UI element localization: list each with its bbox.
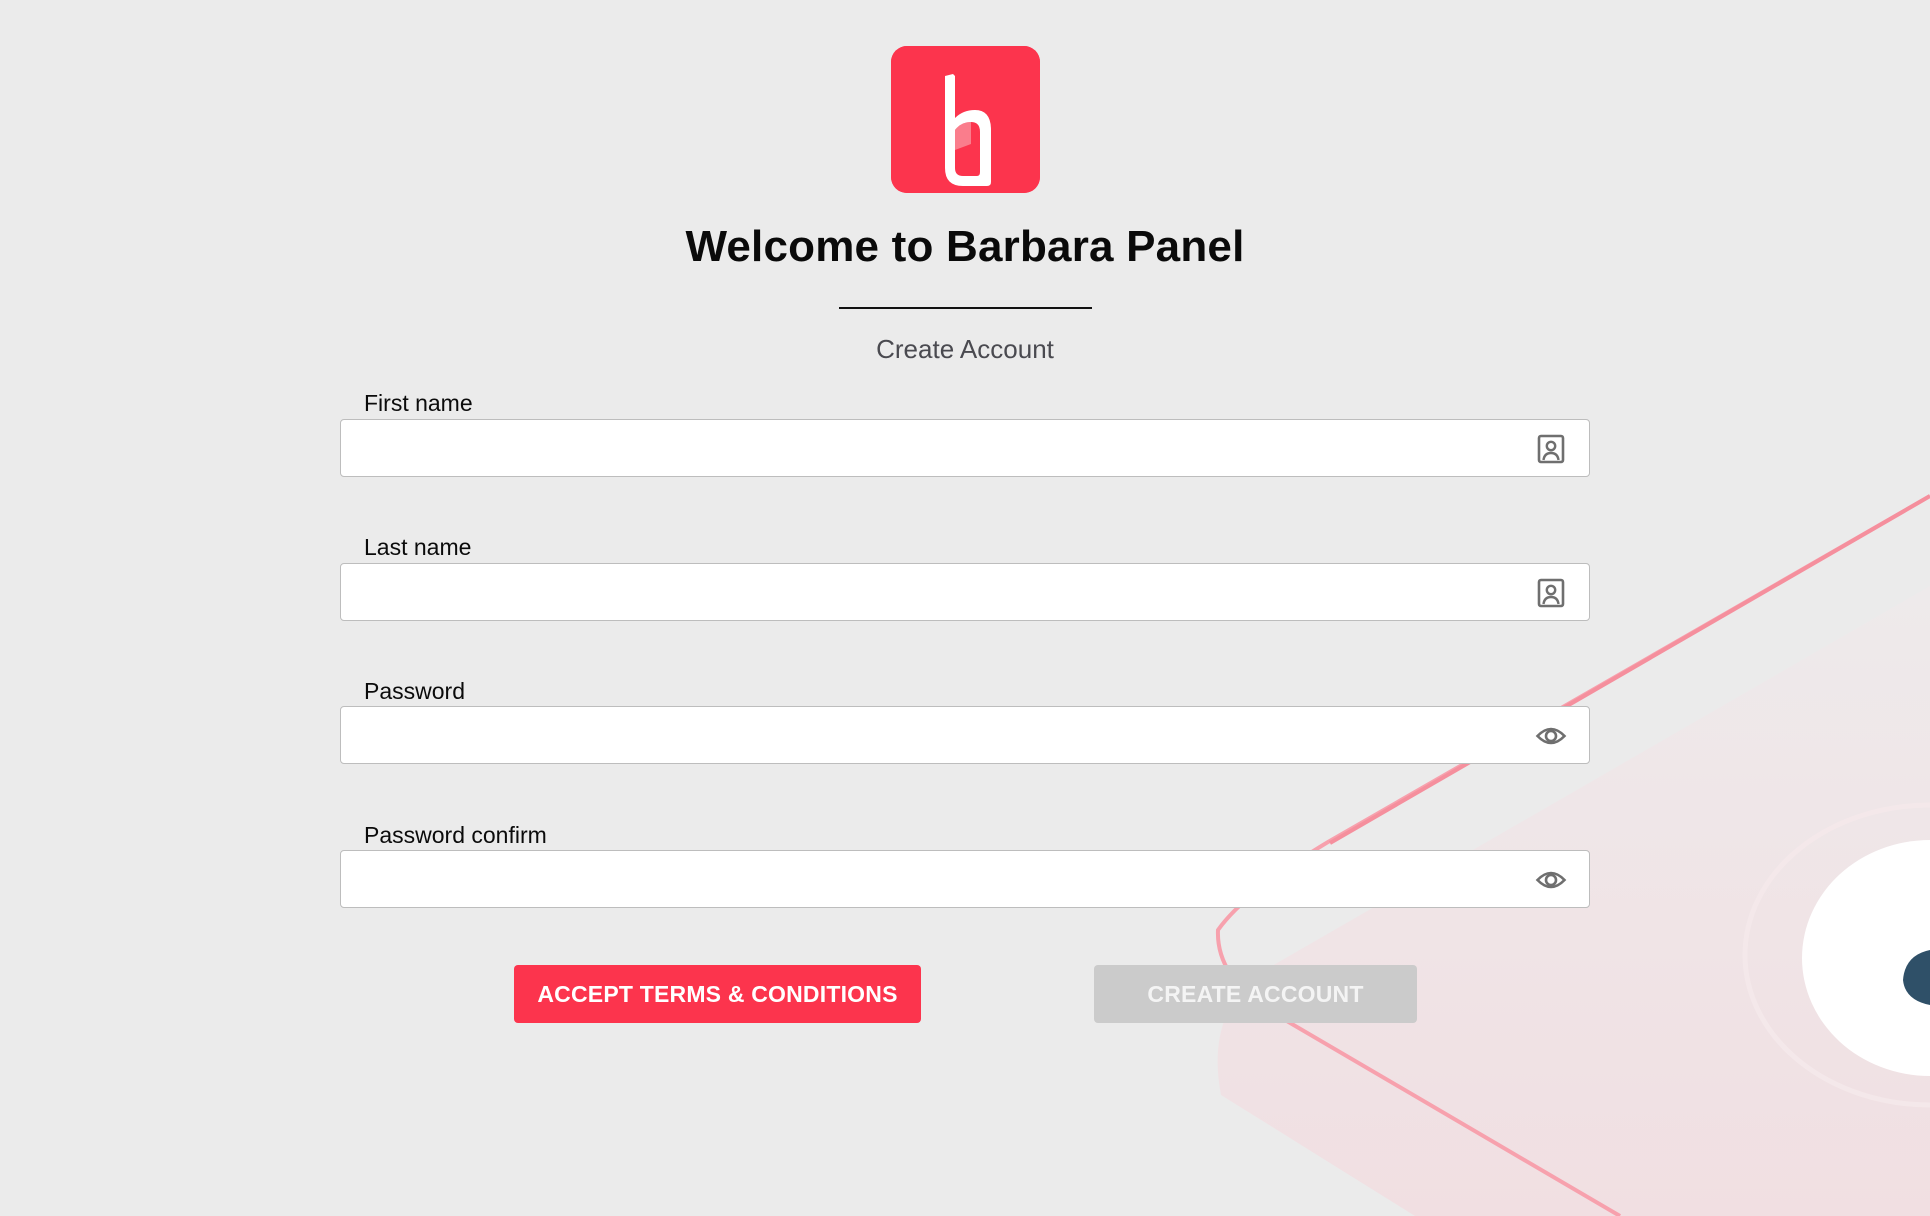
last-name-input[interactable] (361, 564, 1515, 622)
eye-icon[interactable] (1535, 720, 1567, 752)
first-name-label: First name (364, 390, 473, 416)
contact-card-icon (1535, 577, 1567, 609)
first-name-field-box (340, 419, 1590, 478)
title-divider (839, 307, 1092, 309)
last-name-field-box (340, 563, 1590, 622)
signup-page: Welcome to Barbara Panel Create Account … (0, 0, 1930, 1216)
password-confirm-label: Password confirm (364, 822, 547, 848)
password-input[interactable] (361, 707, 1515, 765)
password-label: Password (364, 678, 465, 704)
password-field-box (340, 706, 1590, 765)
create-account-button[interactable]: CREATE ACCOUNT (1094, 965, 1417, 1023)
password-confirm-input[interactable] (361, 851, 1515, 909)
page-subtitle: Create Account (876, 334, 1054, 364)
contact-card-icon (1535, 433, 1567, 465)
accept-terms-button[interactable]: ACCEPT TERMS & CONDITIONS (514, 965, 921, 1023)
first-name-input[interactable] (361, 420, 1515, 478)
last-name-label: Last name (364, 534, 472, 560)
page-title: Welcome to Barbara Panel (685, 222, 1245, 271)
barbara-logo (891, 46, 1040, 193)
eye-icon[interactable] (1535, 864, 1567, 896)
password-confirm-field-box (340, 850, 1590, 909)
